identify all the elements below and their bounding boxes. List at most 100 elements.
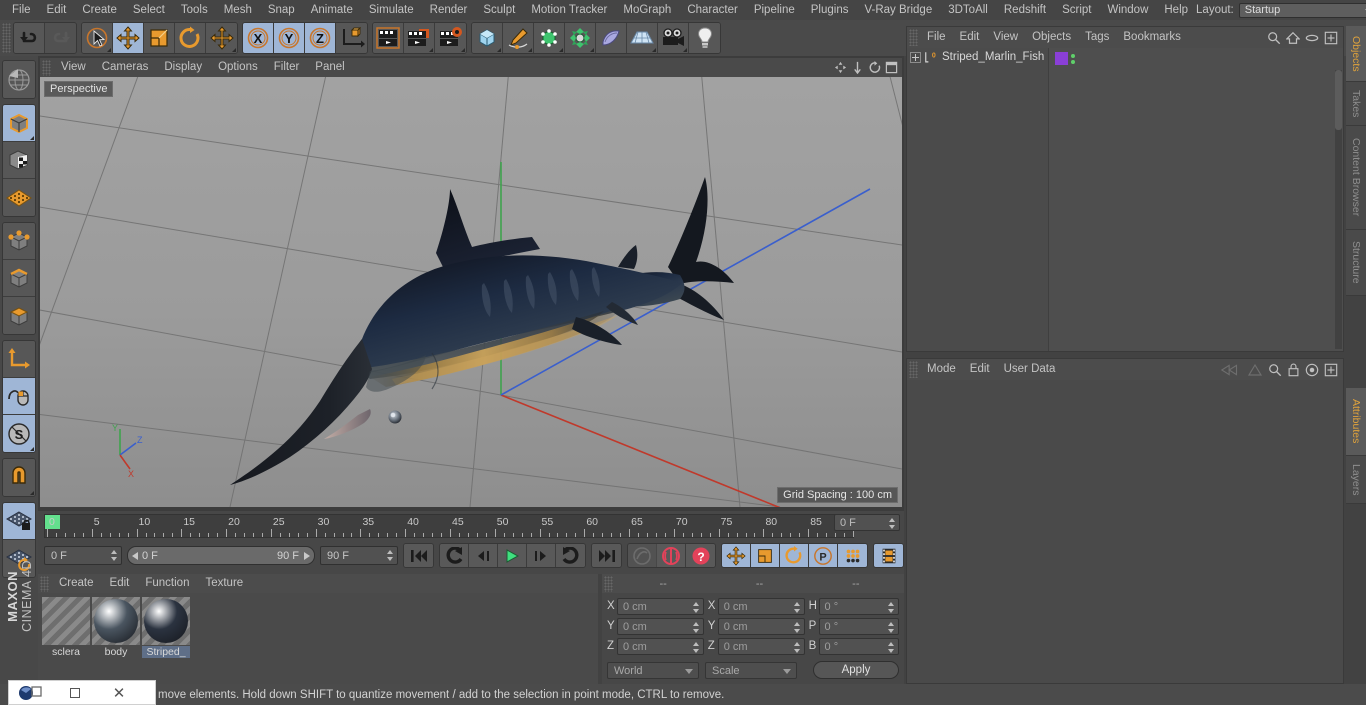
material-tag-icon[interactable] <box>1055 52 1068 65</box>
deformer-button[interactable] <box>565 23 596 53</box>
viewport-grip[interactable] <box>42 59 51 76</box>
material-thumbnail[interactable] <box>142 597 190 645</box>
expand-icon[interactable] <box>910 51 921 63</box>
scale-tool-button[interactable] <box>144 23 175 53</box>
history-forward-icon[interactable] <box>1247 363 1263 377</box>
record-button[interactable]: ? <box>686 544 715 567</box>
menu-item-user-data[interactable]: User Data <box>997 359 1063 380</box>
menu-item-filter[interactable]: Filter <box>266 58 308 77</box>
attributes-content[interactable] <box>907 380 1343 683</box>
close-button[interactable]: ✕ <box>97 680 141 705</box>
texture-mode-button[interactable] <box>3 142 35 179</box>
spinner-arrows[interactable] <box>887 641 895 653</box>
menu-item-pipeline[interactable]: Pipeline <box>746 0 803 20</box>
vtab-content-browser[interactable]: Content Browser <box>1346 126 1366 230</box>
record-active-objects-button[interactable] <box>628 544 657 567</box>
material-item[interactable]: Striped_ <box>142 597 190 684</box>
spinner-arrows[interactable] <box>692 601 700 613</box>
search-icon[interactable] <box>1268 363 1282 377</box>
menu-item-file[interactable]: File <box>920 27 953 48</box>
maximize-viewport-icon[interactable] <box>885 61 898 74</box>
menu-item-simulate[interactable]: Simulate <box>361 0 422 20</box>
spinner-arrows[interactable] <box>111 550 118 561</box>
vtab-attributes[interactable]: Attributes <box>1346 388 1366 456</box>
polygon-grid-mode-button[interactable] <box>3 179 35 216</box>
spinner-arrows[interactable] <box>793 641 801 653</box>
timeline-filmstrip-button[interactable] <box>874 544 903 567</box>
generator-button[interactable] <box>534 23 565 53</box>
object-tree[interactable]: 0 Striped_Marlin_Fish <box>907 48 1343 351</box>
scale-key-button[interactable] <box>751 544 780 567</box>
spinner-arrows[interactable] <box>387 550 394 561</box>
menu-item-create[interactable]: Create <box>74 0 125 20</box>
zoom-viewport-icon[interactable] <box>851 61 864 74</box>
menu-item-character[interactable]: Character <box>679 0 746 20</box>
go-to-start-button[interactable] <box>404 544 433 567</box>
size-input[interactable]: 0 cm <box>717 637 805 655</box>
menu-item-tools[interactable]: Tools <box>173 0 216 20</box>
material-thumbnail[interactable] <box>92 597 140 645</box>
viewport-canvas[interactable]: Perspective Grid Spacing : 100 cm Y Z X <box>40 77 902 507</box>
spinner-arrows[interactable] <box>887 621 895 633</box>
autokeying-button[interactable] <box>657 544 686 567</box>
live-selection-button[interactable] <box>82 23 113 53</box>
object-mode-button[interactable] <box>3 105 35 142</box>
play-button[interactable] <box>498 544 527 567</box>
menu-item-script[interactable]: Script <box>1054 0 1099 20</box>
menu-item-texture[interactable]: Texture <box>197 574 251 593</box>
timeline-frame-field[interactable]: 0 F <box>834 514 900 531</box>
menu-item-mesh[interactable]: Mesh <box>216 0 260 20</box>
rotate-tool-button[interactable] <box>175 23 206 53</box>
size-input[interactable]: 0 cm <box>717 617 805 635</box>
new-tab-icon[interactable] <box>1324 31 1338 45</box>
menu-item-bookmarks[interactable]: Bookmarks <box>1116 27 1188 48</box>
menu-item-motion-tracker[interactable]: Motion Tracker <box>523 0 615 20</box>
menu-item-edit[interactable]: Edit <box>953 27 987 48</box>
snap-button[interactable]: S <box>3 415 35 452</box>
apply-button[interactable]: Apply <box>813 661 899 679</box>
polygon-mode-button[interactable] <box>3 297 35 334</box>
menu-item-3dtoall[interactable]: 3DToAll <box>940 0 996 20</box>
size-input[interactable]: 0 cm <box>717 597 805 615</box>
previous-key-button[interactable] <box>440 544 469 567</box>
rotate-viewport-icon[interactable] <box>868 61 881 74</box>
history-back-icon[interactable] <box>1220 363 1242 377</box>
menu-item-plugins[interactable]: Plugins <box>803 0 857 20</box>
position-key-button[interactable] <box>722 544 751 567</box>
next-key-button[interactable] <box>556 544 585 567</box>
target-icon[interactable] <box>1305 363 1319 377</box>
menu-item-edit[interactable]: Edit <box>39 0 75 20</box>
app-icon-button[interactable] <box>9 680 53 705</box>
menu-item-snap[interactable]: Snap <box>260 0 303 20</box>
menu-item-view[interactable]: View <box>53 58 94 77</box>
redo-button[interactable] <box>45 23 76 53</box>
menu-item-render[interactable]: Render <box>422 0 476 20</box>
range-left-arrow-icon[interactable] <box>132 551 138 560</box>
spinner-arrows[interactable] <box>889 518 896 529</box>
render-settings-button[interactable] <box>435 23 466 53</box>
menu-item-tags[interactable]: Tags <box>1078 27 1116 48</box>
z-axis-lock-button[interactable]: Z <box>305 23 336 53</box>
rotation-key-button[interactable] <box>780 544 809 567</box>
environment-button[interactable] <box>596 23 627 53</box>
light-button[interactable] <box>689 23 720 53</box>
point-level-animation-button[interactable] <box>838 544 867 567</box>
menu-item-function[interactable]: Function <box>137 574 197 593</box>
move-tool-button[interactable] <box>113 23 144 53</box>
spinner-arrows[interactable] <box>692 641 700 653</box>
go-to-end-button[interactable] <box>592 544 621 567</box>
menu-item-mograph[interactable]: MoGraph <box>615 0 679 20</box>
spinner-arrows[interactable] <box>692 621 700 633</box>
position-input[interactable]: 0 cm <box>616 597 704 615</box>
vtab-layers[interactable]: Layers <box>1346 456 1366 504</box>
menu-item-objects[interactable]: Objects <box>1025 27 1078 48</box>
timeline-ruler[interactable]: 051015202530354045505560657075808590 <box>44 514 867 538</box>
step-back-button[interactable] <box>469 544 498 567</box>
axis-modify-button[interactable] <box>3 341 35 378</box>
preview-range-slider[interactable]: 0 F 90 F <box>127 546 315 565</box>
ellipse-icon[interactable] <box>1305 31 1319 45</box>
end-frame-input[interactable]: 90 F <box>320 546 398 565</box>
menu-item-edit[interactable]: Edit <box>102 574 138 593</box>
new-tab-ic on[interactable] <box>1324 363 1338 377</box>
menu-item-file[interactable]: File <box>4 0 39 20</box>
